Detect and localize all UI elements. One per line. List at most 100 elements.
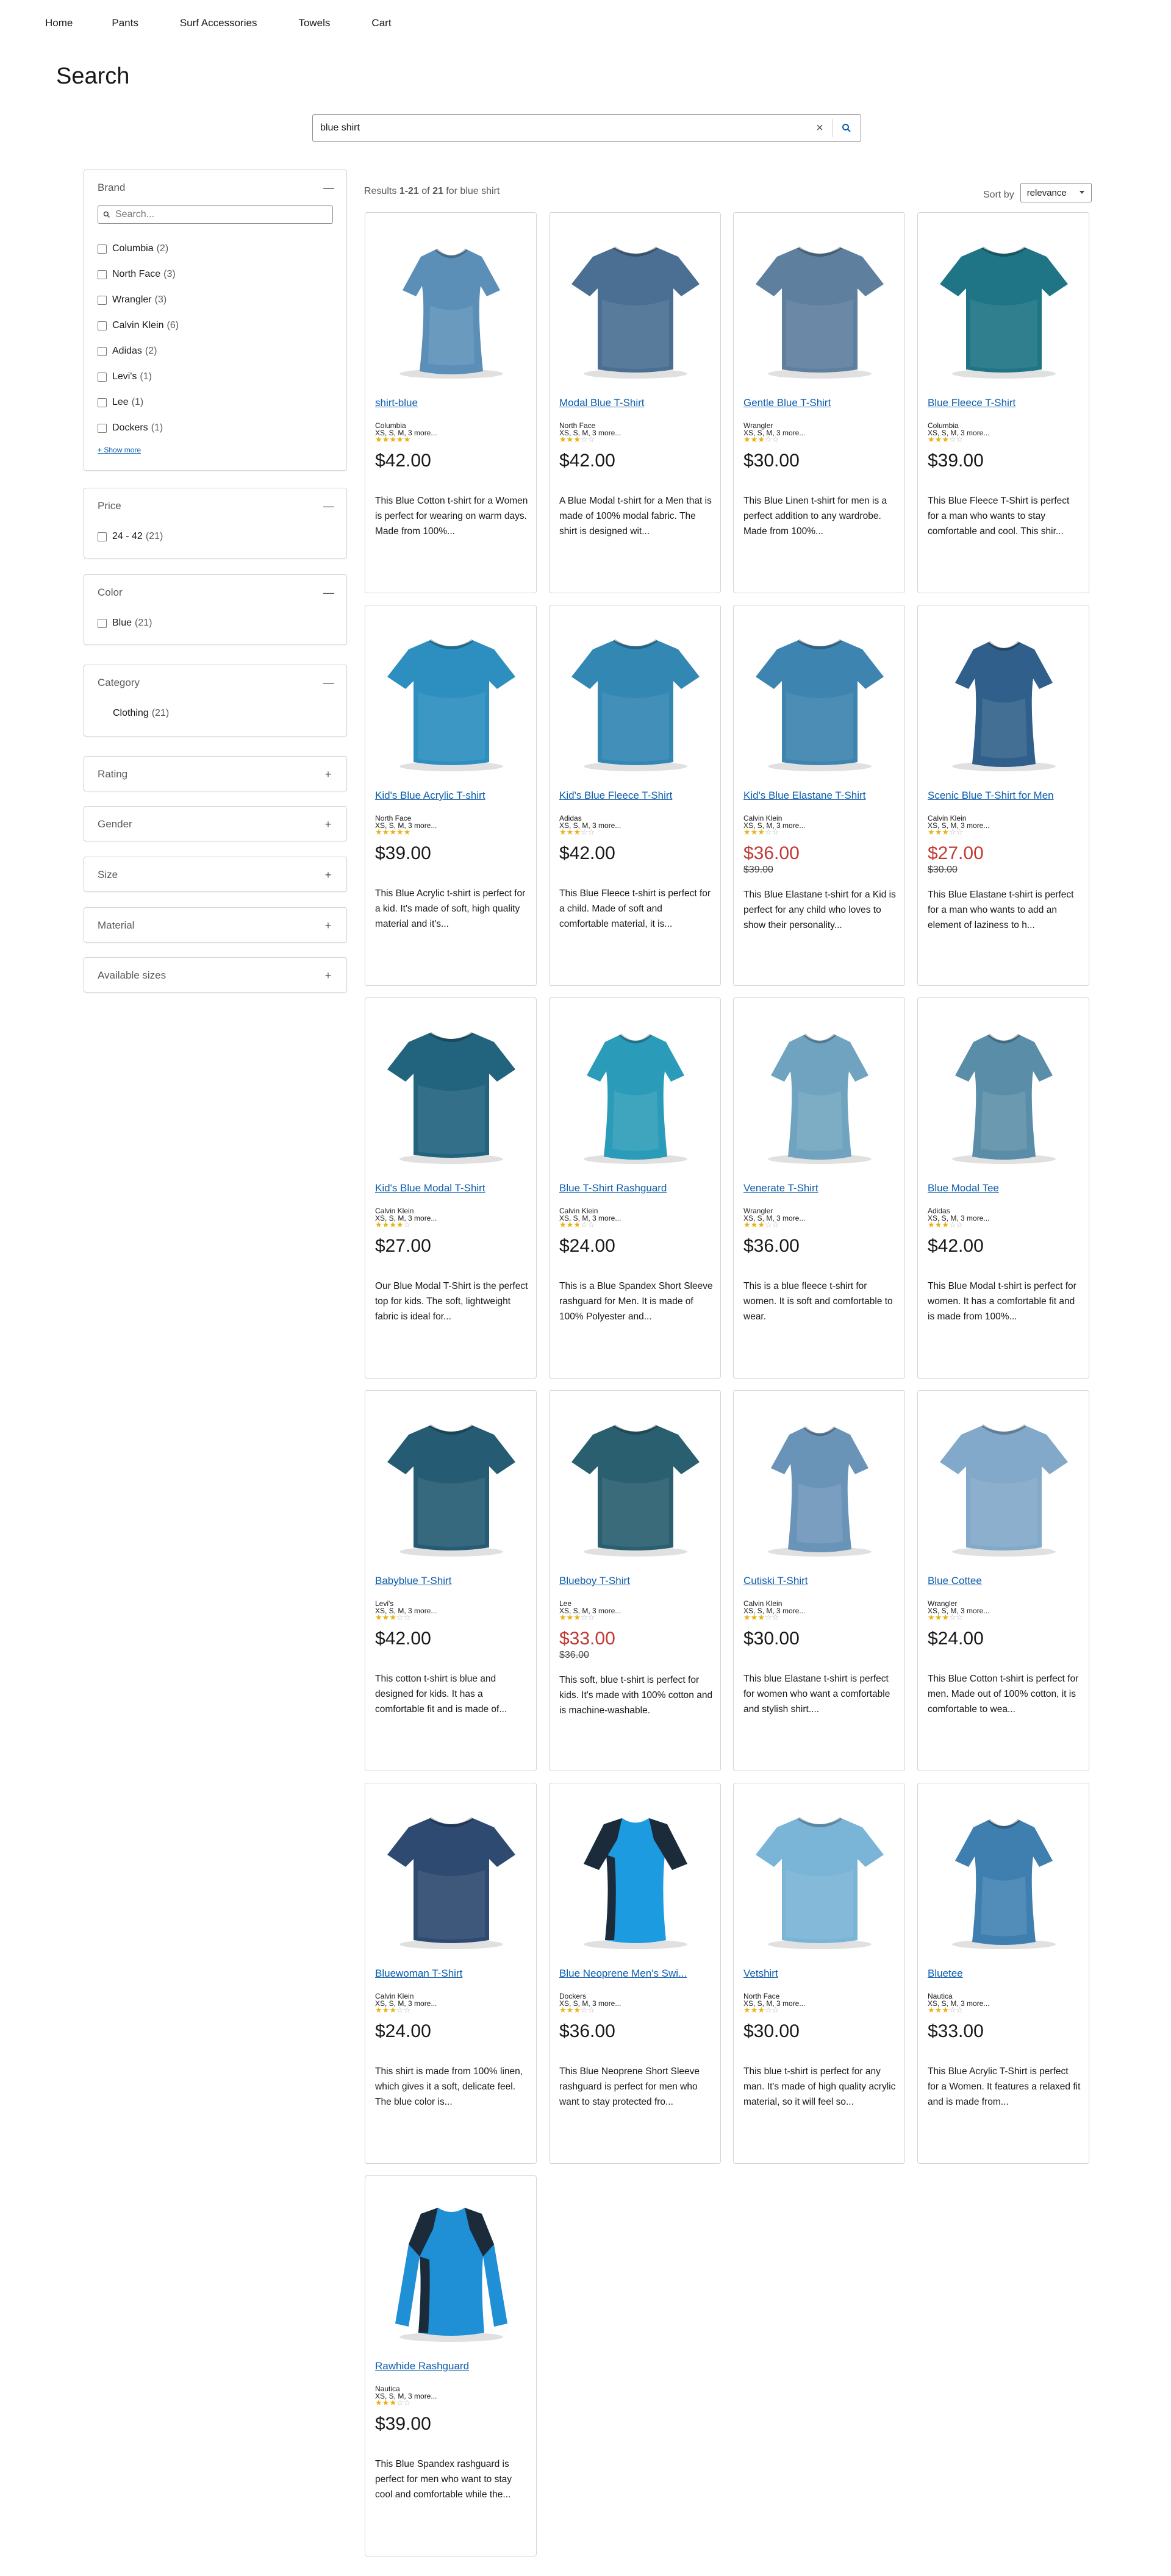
product-name-link[interactable]: Kid's Blue Modal T-Shirt	[375, 1182, 531, 1194]
facet-price-header[interactable]: Price —	[84, 488, 346, 524]
facet-option-brand[interactable]: North Face (3)	[98, 262, 333, 287]
brand-search-input[interactable]	[110, 209, 332, 220]
product-name-link[interactable]: Blue Modal Tee	[928, 1182, 1083, 1194]
expand-icon[interactable]: +	[323, 969, 333, 982]
product-card[interactable]: Kid's Blue Elastane T-Shirt Calvin Klein X…	[733, 605, 905, 986]
product-name-link[interactable]: Blue T-Shirt Rashguard	[559, 1182, 715, 1194]
product-name-link[interactable]: Venerate T-Shirt	[743, 1182, 899, 1194]
product-name-link[interactable]: Kid's Blue Fleece T-Shirt	[559, 790, 715, 802]
facet-brand-header[interactable]: Brand —	[84, 170, 346, 205]
search-button[interactable]	[833, 123, 861, 133]
facet-color-header[interactable]: Color —	[84, 575, 346, 610]
facet-option-brand[interactable]: Adidas (2)	[98, 338, 333, 364]
facet-rating[interactable]: Rating +	[84, 756, 347, 791]
product-image[interactable]	[556, 625, 715, 777]
facet-option-blue[interactable]: Blue (21)	[98, 610, 333, 636]
facet-category-header[interactable]: Category —	[84, 665, 346, 701]
facet-available-sizes[interactable]: Available sizes +	[84, 957, 347, 993]
product-card[interactable]: Venerate T-Shirt Wrangler XS, S, M, 3 more…	[733, 997, 905, 1379]
product-name-link[interactable]: Blue Fleece T-Shirt	[928, 397, 1083, 409]
clear-search-button[interactable]: ×	[808, 121, 832, 135]
product-name-link[interactable]: Rawhide Rashguard	[375, 2360, 531, 2372]
product-name-link[interactable]: Gentle Blue T-Shirt	[743, 397, 899, 409]
product-image[interactable]	[924, 625, 1084, 777]
product-card[interactable]: Scenic Blue T-Shirt for Men Calvin Klein X…	[917, 605, 1089, 986]
search-input[interactable]	[313, 115, 808, 141]
checkbox[interactable]	[98, 423, 107, 433]
product-card[interactable]: Cutiski T-Shirt Calvin Klein XS, S, M, 3 m…	[733, 1390, 905, 1771]
product-image[interactable]	[740, 232, 900, 385]
product-image[interactable]	[924, 1803, 1084, 1955]
product-image[interactable]	[371, 625, 531, 777]
nav-link-towels[interactable]: Towels	[298, 17, 330, 29]
checkbox[interactable]	[98, 346, 107, 356]
product-name-link[interactable]: Vetshirt	[743, 1968, 899, 1980]
product-card[interactable]: Vetshirt North Face XS, S, M, 3 more... ★★★…	[733, 1783, 905, 2164]
facet-option-brand[interactable]: Levi's (1)	[98, 364, 333, 390]
product-card[interactable]: Blueboy T-Shirt Lee XS, S, M, 3 more... ★★★…	[549, 1390, 721, 1771]
product-card[interactable]: Babyblue T-Shirt Levi's XS, S, M, 3 more..…	[365, 1390, 537, 1771]
collapse-icon[interactable]: —	[323, 677, 334, 690]
checkbox[interactable]	[98, 618, 107, 628]
facet-material[interactable]: Material +	[84, 907, 347, 943]
expand-icon[interactable]: +	[323, 919, 333, 932]
checkbox[interactable]	[98, 244, 107, 254]
facet-option-brand[interactable]: Wrangler (3)	[98, 287, 333, 313]
product-image[interactable]	[924, 1018, 1084, 1170]
product-card[interactable]: Gentle Blue T-Shirt Wrangler XS, S, M, 3 m…	[733, 212, 905, 593]
collapse-icon[interactable]: —	[323, 500, 334, 513]
nav-link-pants[interactable]: Pants	[112, 17, 138, 29]
product-image[interactable]	[556, 232, 715, 385]
product-image[interactable]	[740, 1803, 900, 1955]
collapse-icon[interactable]: —	[323, 587, 334, 599]
expand-icon[interactable]: +	[323, 869, 333, 882]
product-image[interactable]	[371, 1803, 531, 1955]
product-card[interactable]: Blue Modal Tee Adidas XS, S, M, 3 more... ★…	[917, 997, 1089, 1379]
product-name-link[interactable]: shirt-blue	[375, 397, 531, 409]
product-card[interactable]: Kid's Blue Modal T-Shirt Calvin Klein XS, …	[365, 997, 537, 1379]
product-name-link[interactable]: Blue Neoprene Men's Swi...	[559, 1968, 715, 1980]
facet-size[interactable]: Size +	[84, 857, 347, 892]
checkbox[interactable]	[98, 532, 107, 541]
facet-option-brand[interactable]: Lee (1)	[98, 390, 333, 415]
product-image[interactable]	[371, 232, 531, 385]
facet-option-brand[interactable]: Dockers (1)	[98, 415, 333, 441]
product-name-link[interactable]: Blueboy T-Shirt	[559, 1575, 715, 1587]
product-image[interactable]	[740, 1018, 900, 1170]
checkbox[interactable]	[98, 372, 107, 382]
product-card[interactable]: Rawhide Rashguard Nautica XS, S, M, 3 more…	[365, 2175, 537, 2556]
product-card[interactable]: Kid's Blue Acrylic T-shirt North Face XS, …	[365, 605, 537, 986]
product-image[interactable]	[924, 1410, 1084, 1563]
nav-link-cart[interactable]: Cart	[371, 17, 391, 29]
checkbox[interactable]	[98, 321, 107, 330]
facet-option-price-range[interactable]: 24 - 42 (21)	[98, 524, 333, 549]
product-image[interactable]	[556, 1410, 715, 1563]
product-image[interactable]	[924, 232, 1084, 385]
expand-icon[interactable]: +	[323, 768, 333, 781]
product-name-link[interactable]: Kid's Blue Elastane T-Shirt	[743, 790, 899, 802]
product-card[interactable]: Bluewoman T-Shirt Calvin Klein XS, S, M, 3…	[365, 1783, 537, 2164]
facet-option-brand[interactable]: Calvin Klein (6)	[98, 313, 333, 338]
product-image[interactable]	[740, 1410, 900, 1563]
product-name-link[interactable]: Babyblue T-Shirt	[375, 1575, 531, 1587]
checkbox[interactable]	[98, 269, 107, 279]
product-name-link[interactable]: Cutiski T-Shirt	[743, 1575, 899, 1587]
product-card[interactable]: Bluetee Nautica XS, S, M, 3 more... ★★★☆☆ $3…	[917, 1783, 1089, 2164]
product-card[interactable]: Modal Blue T-Shirt North Face XS, S, M, 3 …	[549, 212, 721, 593]
product-card[interactable]: Blue Neoprene Men's Swi... Dockers XS, S, …	[549, 1783, 721, 2164]
product-image[interactable]	[740, 625, 900, 777]
expand-icon[interactable]: +	[323, 818, 333, 831]
product-image[interactable]	[371, 1410, 531, 1563]
checkbox[interactable]	[98, 398, 107, 407]
product-name-link[interactable]: Bluetee	[928, 1968, 1083, 1980]
nav-link-home[interactable]: Home	[45, 17, 73, 29]
nav-link-surf-accessories[interactable]: Surf Accessories	[180, 17, 257, 29]
product-card[interactable]: shirt-blue Columbia XS, S, M, 3 more... ★★★…	[365, 212, 537, 593]
product-card[interactable]: Blue T-Shirt Rashguard Calvin Klein XS, S,…	[549, 997, 721, 1379]
product-name-link[interactable]: Modal Blue T-Shirt	[559, 397, 715, 409]
product-card[interactable]: Kid's Blue Fleece T-Shirt Adidas XS, S, M,…	[549, 605, 721, 986]
product-name-link[interactable]: Blue Cottee	[928, 1575, 1083, 1587]
facet-gender[interactable]: Gender +	[84, 806, 347, 841]
facet-option-brand[interactable]: Columbia (2)	[98, 236, 333, 262]
show-more-link[interactable]: + Show more	[98, 446, 141, 454]
